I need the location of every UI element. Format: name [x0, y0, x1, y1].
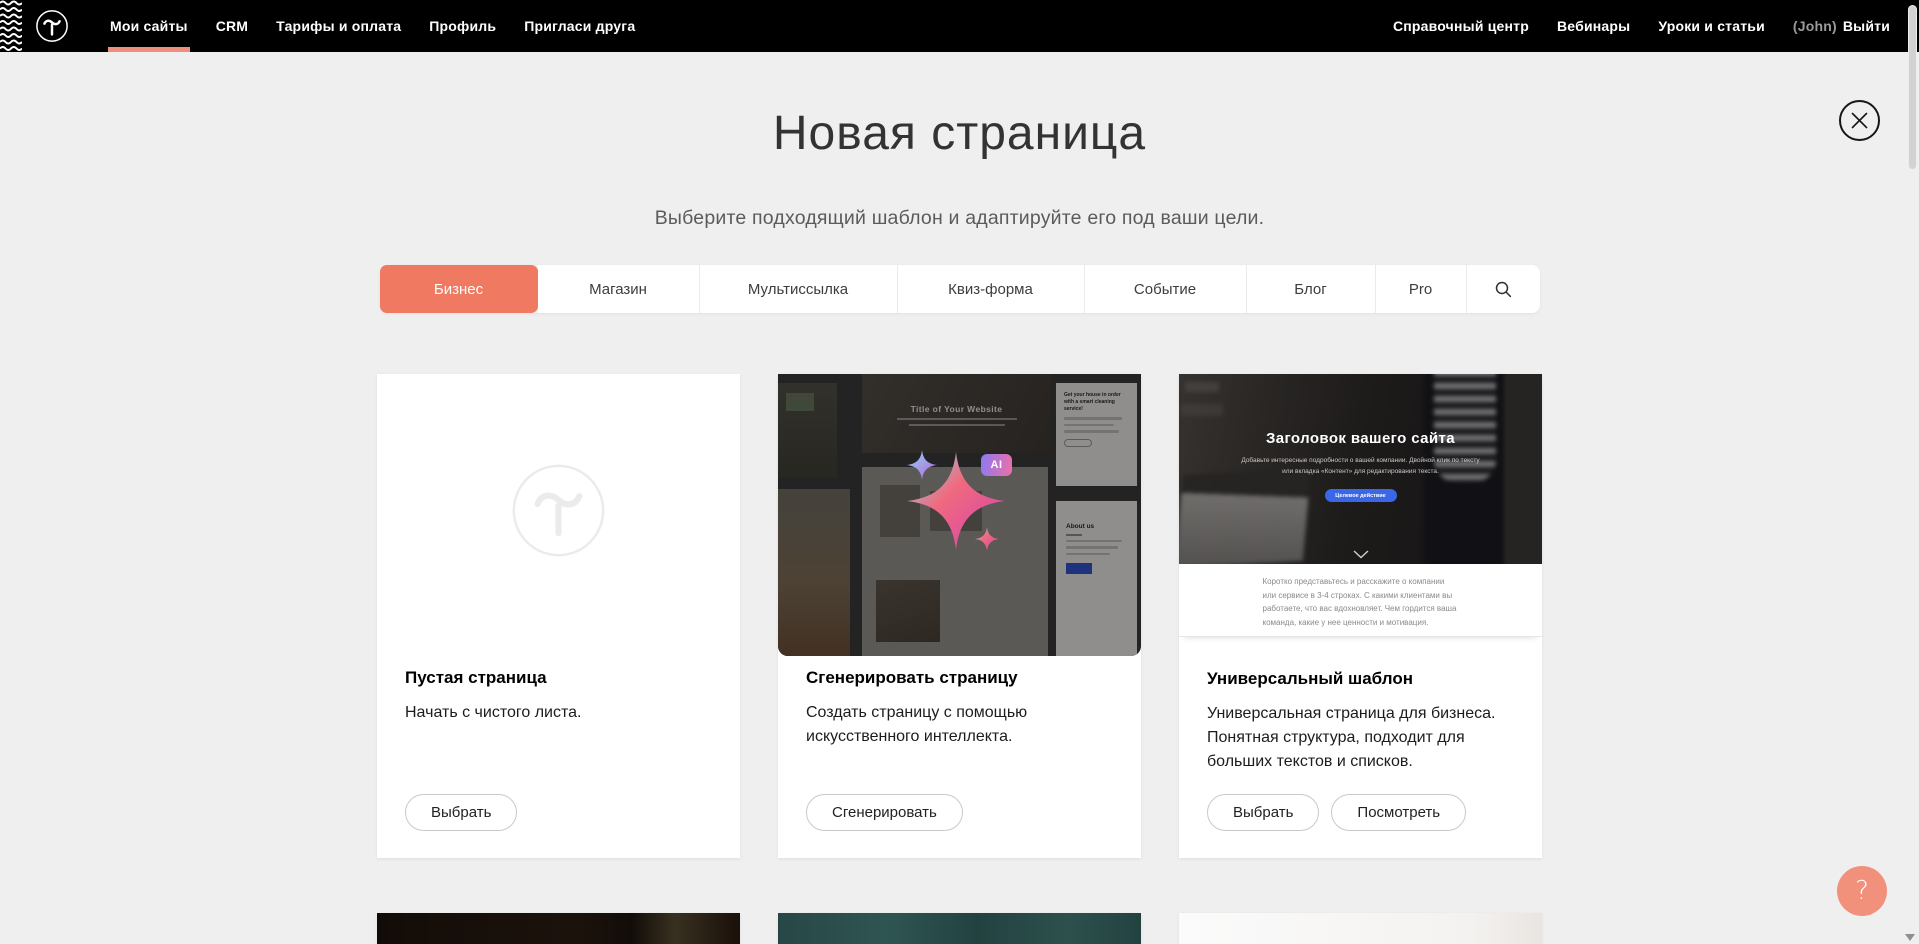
close-button[interactable]: [1839, 100, 1880, 141]
tab-search[interactable]: [1467, 265, 1540, 313]
template-card-partial[interactable]: [377, 913, 740, 944]
ai-badge: AI: [981, 454, 1012, 476]
tab-pro[interactable]: Pro: [1376, 265, 1467, 313]
tilda-watermark-icon: [511, 463, 606, 558]
hero-subtitle: Добавьте интересные подробности о вашей …: [1239, 456, 1483, 477]
card-info: Универсальный шаблон Универсальная стран…: [1179, 637, 1542, 858]
help-button[interactable]: ?: [1837, 866, 1887, 916]
card-title: Сгенерировать страницу: [806, 656, 1113, 688]
choose-button[interactable]: Выбрать: [405, 794, 517, 831]
nav-item-profile[interactable]: Профиль: [429, 0, 496, 52]
scrollbar-thumb[interactable]: [1908, 5, 1917, 170]
zigzag-pattern-decoration: [0, 0, 22, 52]
card-description: Начать с чистого листа.: [405, 701, 712, 725]
template-category-tabs: Бизнес Магазин Мультиссылка Квиз-форма С…: [380, 265, 1540, 313]
nav-item-logout[interactable]: (John) Выйти: [1793, 0, 1890, 52]
tab-multilink[interactable]: Мультиссылка: [700, 265, 898, 313]
tab-quiz-form[interactable]: Квиз-форма: [898, 265, 1085, 313]
template-body-text: Коротко представьтесь и расскажите о ком…: [1179, 564, 1542, 636]
card-description: Универсальная страница для бизнеса. Поня…: [1207, 702, 1514, 774]
template-card-partial[interactable]: [778, 913, 1141, 944]
ai-sparkles-icon: [778, 374, 1141, 656]
nav-item-help-center[interactable]: Справочный центр: [1393, 0, 1529, 52]
card-universal-template: Заголовок вашего сайта Добавьте интересн…: [1179, 374, 1542, 858]
close-icon: [1851, 112, 1868, 129]
template-cards-row: Пустая страница Начать с чистого листа. …: [377, 374, 1542, 858]
card-info: Сгенерировать страницу Создать страницу …: [778, 656, 1141, 858]
secondary-menu: Справочный центр Вебинары Уроки и статьи…: [1393, 0, 1890, 52]
tab-event[interactable]: Событие: [1085, 265, 1247, 313]
card-description: Создать страницу с помощью искусственног…: [806, 701, 1113, 749]
blank-page-preview[interactable]: [377, 374, 740, 646]
page-title: Новая страница: [0, 106, 1919, 161]
template-card-partial[interactable]: [1179, 913, 1542, 944]
ai-preview-collage[interactable]: Title of Your Website Get your house in …: [778, 374, 1141, 656]
nav-item-webinars[interactable]: Вебинары: [1557, 0, 1630, 52]
tab-blog[interactable]: Блог: [1247, 265, 1376, 313]
user-name: (John): [1793, 0, 1837, 52]
main-menu: Мои сайты CRM Тарифы и оплата Профиль Пр…: [110, 0, 635, 52]
hero-title: Заголовок вашего сайта: [1266, 430, 1455, 447]
nav-item-my-sites[interactable]: Мои сайты: [110, 0, 188, 52]
view-button[interactable]: Посмотреть: [1331, 794, 1466, 831]
nav-item-lessons[interactable]: Уроки и статьи: [1658, 0, 1765, 52]
card-title: Пустая страница: [405, 646, 712, 688]
nav-item-invite-friend[interactable]: Пригласи друга: [524, 0, 635, 52]
logout-label: Выйти: [1843, 0, 1890, 52]
template-preview[interactable]: Заголовок вашего сайта Добавьте интересн…: [1179, 374, 1542, 637]
scrollbar-down-arrow[interactable]: [1905, 934, 1915, 941]
template-hero: Заголовок вашего сайта Добавьте интересн…: [1179, 374, 1542, 564]
next-cards-row-partial: [377, 913, 1542, 944]
page-subtitle: Выберите подходящий шаблон и адаптируйте…: [0, 207, 1919, 230]
tilda-logo-icon[interactable]: [35, 9, 69, 43]
top-navbar: Мои сайты CRM Тарифы и оплата Профиль Пр…: [0, 0, 1919, 52]
card-info: Пустая страница Начать с чистого листа. …: [377, 646, 740, 858]
new-page-dialog: Новая страница Выберите подходящий шабло…: [0, 106, 1919, 944]
search-icon: [1494, 280, 1512, 298]
nav-item-tariffs[interactable]: Тарифы и оплата: [276, 0, 401, 52]
card-title: Универсальный шаблон: [1207, 637, 1514, 689]
nav-item-crm[interactable]: CRM: [216, 0, 248, 52]
tab-shop[interactable]: Магазин: [538, 265, 700, 313]
card-ai-generate: Title of Your Website Get your house in …: [778, 374, 1141, 858]
generate-button[interactable]: Сгенерировать: [806, 794, 963, 831]
tab-business[interactable]: Бизнес: [380, 265, 538, 313]
choose-button[interactable]: Выбрать: [1207, 794, 1319, 831]
chevron-down-icon: [1353, 550, 1369, 559]
card-blank-page: Пустая страница Начать с чистого листа. …: [377, 374, 740, 858]
hero-cta-button: Целевое действие: [1325, 489, 1397, 502]
